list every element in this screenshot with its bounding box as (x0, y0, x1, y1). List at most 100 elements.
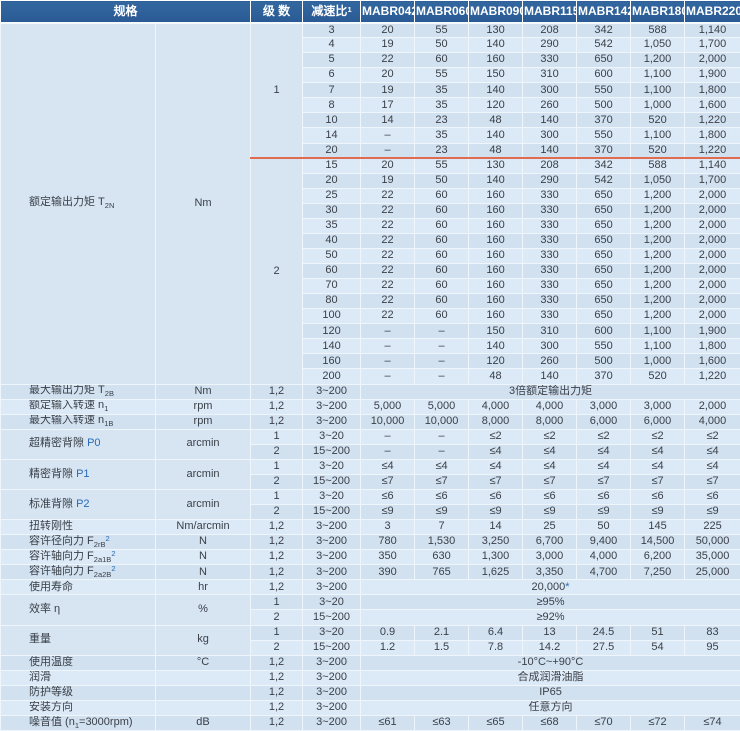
value-cell: ≤7 (577, 474, 631, 489)
value-cell: 95 (685, 640, 740, 655)
value-cell: 542 (577, 38, 631, 53)
merged-value-cell: ≥92% (361, 610, 740, 625)
value-cell: 650 (577, 203, 631, 218)
unit-cell (156, 685, 251, 700)
table-row: 最大输出力矩 T2BNm1,23~2003倍额定输出力矩 (1, 384, 740, 399)
value-cell: 260 (523, 354, 577, 369)
unit-cell: °C (156, 655, 251, 670)
value-cell: 150 (469, 68, 523, 83)
ratio-cell: 3~200 (303, 414, 361, 429)
value-cell: 1,900 (685, 68, 740, 83)
ratio-cell: 20 (303, 173, 361, 188)
unit-cell: kg (156, 625, 251, 655)
value-cell: ≤7 (415, 474, 469, 489)
value-cell: 370 (577, 369, 631, 384)
ratio-cell: 4 (303, 38, 361, 53)
value-cell: 1,100 (631, 324, 685, 339)
stages-cell: 1,2 (251, 550, 303, 565)
value-cell: 765 (415, 565, 469, 580)
stages-cell: 1,2 (251, 520, 303, 535)
value-cell: 60 (415, 264, 469, 279)
ratio-cell: 80 (303, 294, 361, 309)
value-cell: 208 (523, 23, 577, 38)
ratio-cell: 70 (303, 279, 361, 294)
table-row: 重量kg13~200.92.16.41324.55183 (1, 625, 740, 640)
ratio-cell: 15~200 (303, 640, 361, 655)
ratio-cell: 7 (303, 83, 361, 98)
value-cell: 350 (361, 550, 415, 565)
value-cell: 35 (415, 83, 469, 98)
ratio-cell: 15~200 (303, 610, 361, 625)
ratio-cell: 60 (303, 264, 361, 279)
value-cell: 60 (415, 294, 469, 309)
value-cell: 330 (523, 279, 577, 294)
value-cell: 160 (469, 294, 523, 309)
value-cell: ≤4 (577, 459, 631, 474)
ratio-cell: 3~200 (303, 715, 361, 730)
value-cell: 9,400 (577, 535, 631, 550)
value-cell: 6,000 (631, 414, 685, 429)
value-cell: 650 (577, 264, 631, 279)
value-cell: 25,000 (685, 565, 740, 580)
unit-cell (156, 670, 251, 685)
value-cell: 1,100 (631, 339, 685, 354)
value-cell: 1,200 (631, 309, 685, 324)
value-cell: ≤9 (577, 505, 631, 520)
spec-label-cell: 润滑 (1, 670, 156, 685)
value-cell: 22 (361, 279, 415, 294)
stages-cell: 1,2 (251, 715, 303, 730)
spec-label-cell: 精密背隙 P1 (1, 459, 156, 489)
stages-cell: 1,2 (251, 580, 303, 595)
value-cell: 14 (361, 113, 415, 128)
model-column-header-MABR090: MABR090 (469, 1, 523, 23)
table-row: 使用温度°C1,23~200-10°C~+90°C (1, 655, 740, 670)
value-cell: 1,900 (685, 324, 740, 339)
value-cell: – (361, 339, 415, 354)
value-cell: 2,000 (685, 309, 740, 324)
value-cell: ≤4 (685, 459, 740, 474)
value-cell: 160 (469, 279, 523, 294)
value-cell: 3 (361, 520, 415, 535)
value-cell: 160 (469, 309, 523, 324)
value-cell: 60 (415, 309, 469, 324)
value-cell: 55 (415, 68, 469, 83)
value-cell: 20 (361, 158, 415, 173)
ratio-cell: 5 (303, 53, 361, 68)
value-cell: 14 (469, 520, 523, 535)
value-cell: 2,000 (685, 53, 740, 68)
value-cell: 2.1 (415, 625, 469, 640)
value-cell: 650 (577, 309, 631, 324)
value-cell: 0.9 (361, 625, 415, 640)
value-cell: 4,000 (685, 414, 740, 429)
value-cell: ≤4 (577, 444, 631, 459)
ratio-cell: 15~200 (303, 505, 361, 520)
value-cell: – (361, 429, 415, 444)
value-cell: 24.5 (577, 625, 631, 640)
value-cell: 22 (361, 218, 415, 233)
value-cell: 1,700 (685, 173, 740, 188)
unit-cell: arcmin (156, 429, 251, 459)
ratio-cell: 3 (303, 23, 361, 38)
value-cell: 50 (577, 520, 631, 535)
value-cell: 60 (415, 248, 469, 263)
value-cell: 1,200 (631, 53, 685, 68)
value-cell: 330 (523, 188, 577, 203)
spec-label-cell: 额定输出力矩 T2N (1, 23, 156, 385)
unit-cell: N (156, 565, 251, 580)
table-row: 容许径向力 F2rB2N1,23~2007801,5303,2506,7009,… (1, 535, 740, 550)
value-cell: 300 (523, 339, 577, 354)
value-cell: 17 (361, 98, 415, 113)
value-cell: 310 (523, 324, 577, 339)
ratio-cell: 20 (303, 143, 361, 158)
value-cell: 650 (577, 248, 631, 263)
value-cell: 140 (469, 173, 523, 188)
value-cell: 1.2 (361, 640, 415, 655)
value-cell: 22 (361, 248, 415, 263)
value-cell: 130 (469, 23, 523, 38)
stages-cell: 1 (251, 489, 303, 504)
spec-label-cell: 超精密背隙 P0 (1, 429, 156, 459)
value-cell: ≤6 (469, 489, 523, 504)
value-cell: 1,200 (631, 279, 685, 294)
model-column-header-MABR142: MABR142 (577, 1, 631, 23)
value-cell: 160 (469, 233, 523, 248)
